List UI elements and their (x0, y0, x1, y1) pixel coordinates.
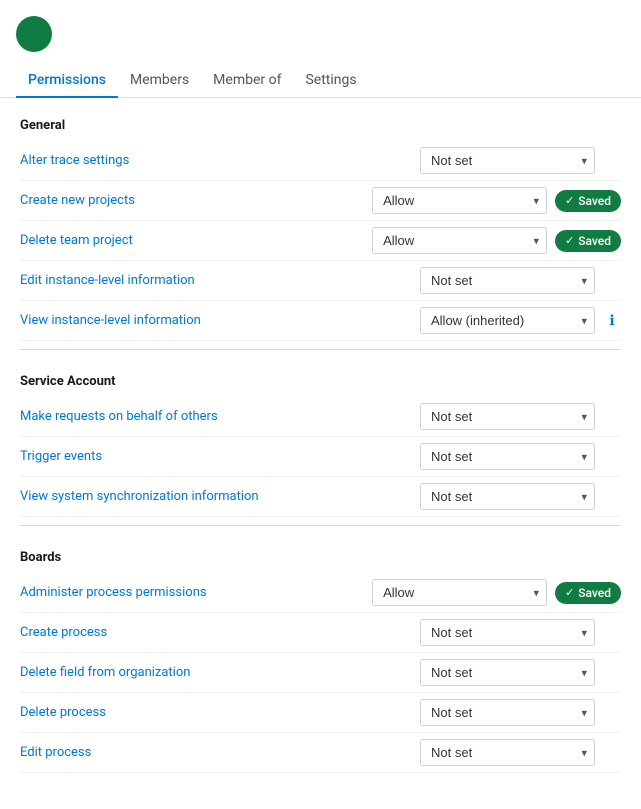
permission-select-create-process[interactable]: Not setAllowDenyAllow (inherited)Deny (i… (420, 619, 595, 646)
section-title-service-account: Service Account (20, 370, 621, 389)
permission-select-alter-trace[interactable]: Not setAllowDenyAllow (inherited)Deny (i… (420, 147, 595, 174)
saved-badge: ✓Saved (555, 582, 621, 604)
permission-select-wrapper-alter-trace: Not setAllowDenyAllow (inherited)Deny (i… (420, 147, 595, 174)
permission-select-edit-process[interactable]: Not setAllowDenyAllow (inherited)Deny (i… (420, 739, 595, 766)
permission-select-administer-process[interactable]: Not setAllowDenyAllow (inherited)Deny (i… (372, 579, 547, 606)
permission-row: Make requests on behalf of others Not set… (20, 397, 621, 437)
permission-select-wrapper-edit-process: Not setAllowDenyAllow (inherited)Deny (i… (420, 739, 595, 766)
permission-select-wrapper-trigger-events: Not setAllowDenyAllow (inherited)Deny (i… (420, 443, 595, 470)
permission-row: Create process Not setAllowDenyAllow (inh… (20, 613, 621, 653)
permission-select-wrapper-administer-process: Not setAllowDenyAllow (inherited)Deny (i… (372, 579, 547, 606)
main-content: General Alter trace settings Not setAllowD… (0, 98, 641, 809)
avatar (16, 16, 52, 52)
info-icon[interactable]: ℹ (603, 313, 621, 329)
permission-label-delete-team-project[interactable]: Delete team project (20, 233, 364, 248)
permission-label-create-process[interactable]: Create process (20, 625, 412, 640)
permission-label-alter-trace[interactable]: Alter trace settings (20, 153, 412, 168)
tab-member-of[interactable]: Member of (201, 64, 293, 98)
section-boards: Boards Administer process permissions Not … (20, 546, 621, 773)
permission-label-administer-process[interactable]: Administer process permissions (20, 585, 364, 600)
check-icon: ✓ (565, 194, 574, 207)
permission-label-edit-process[interactable]: Edit process (20, 745, 412, 760)
permission-label-view-instance[interactable]: View instance-level information (20, 313, 412, 328)
permission-select-wrapper-edit-instance: Not setAllowDenyAllow (inherited)Deny (i… (420, 267, 595, 294)
permission-select-delete-team-project[interactable]: Not setAllowDenyAllow (inherited)Deny (i… (372, 227, 547, 254)
tab-settings[interactable]: Settings (293, 64, 368, 98)
permission-row: Create new projects Not setAllowDenyAllow… (20, 181, 621, 221)
permission-row: View system synchronization information N… (20, 477, 621, 517)
section-divider (20, 349, 621, 350)
permission-select-trigger-events[interactable]: Not setAllowDenyAllow (inherited)Deny (i… (420, 443, 595, 470)
tab-members[interactable]: Members (118, 64, 201, 98)
permission-select-wrapper-delete-team-project: Not setAllowDenyAllow (inherited)Deny (i… (372, 227, 547, 254)
tab-permissions[interactable]: Permissions (16, 64, 118, 98)
section-title-general: General (20, 114, 621, 133)
permission-row: Delete team project Not setAllowDenyAllow… (20, 221, 621, 261)
navigation-tabs: PermissionsMembersMember ofSettings (0, 64, 641, 98)
section-service-account: Service Account Make requests on behalf o… (20, 370, 621, 526)
permission-select-wrapper-create-process: Not setAllowDenyAllow (inherited)Deny (i… (420, 619, 595, 646)
permission-select-view-sync[interactable]: Not setAllowDenyAllow (inherited)Deny (i… (420, 483, 595, 510)
saved-badge: ✓Saved (555, 190, 621, 212)
permission-select-create-projects[interactable]: Not setAllowDenyAllow (inherited)Deny (i… (372, 187, 547, 214)
permission-row: Delete field from organization Not setAll… (20, 653, 621, 693)
saved-badge: ✓Saved (555, 230, 621, 252)
permission-select-wrapper-delete-process: Not setAllowDenyAllow (inherited)Deny (i… (420, 699, 595, 726)
permission-select-make-requests[interactable]: Not setAllowDenyAllow (inherited)Deny (i… (420, 403, 595, 430)
permission-label-create-projects[interactable]: Create new projects (20, 193, 364, 208)
permission-row: Alter trace settings Not setAllowDenyAllo… (20, 141, 621, 181)
permission-label-delete-field[interactable]: Delete field from organization (20, 665, 412, 680)
page-header (0, 0, 641, 64)
permission-select-wrapper-delete-field: Not setAllowDenyAllow (inherited)Deny (i… (420, 659, 595, 686)
permission-label-delete-process[interactable]: Delete process (20, 705, 412, 720)
permission-row: Trigger events Not setAllowDenyAllow (inh… (20, 437, 621, 477)
permission-label-edit-instance[interactable]: Edit instance-level information (20, 273, 412, 288)
permission-select-delete-field[interactable]: Not setAllowDenyAllow (inherited)Deny (i… (420, 659, 595, 686)
permission-select-delete-process[interactable]: Not setAllowDenyAllow (inherited)Deny (i… (420, 699, 595, 726)
check-icon: ✓ (565, 586, 574, 599)
permission-row: Edit instance-level information Not setAl… (20, 261, 621, 301)
check-icon: ✓ (565, 234, 574, 247)
section-divider (20, 525, 621, 526)
permission-select-view-instance[interactable]: Not setAllowDenyAllow (inherited)Deny (i… (420, 307, 595, 334)
permission-select-wrapper-create-projects: Not setAllowDenyAllow (inherited)Deny (i… (372, 187, 547, 214)
permission-select-edit-instance[interactable]: Not setAllowDenyAllow (inherited)Deny (i… (420, 267, 595, 294)
permission-row: View instance-level information Not setAl… (20, 301, 621, 341)
permission-label-trigger-events[interactable]: Trigger events (20, 449, 412, 464)
permission-label-view-sync[interactable]: View system synchronization information (20, 489, 412, 504)
permission-row: Delete process Not setAllowDenyAllow (inh… (20, 693, 621, 733)
section-general: General Alter trace settings Not setAllowD… (20, 114, 621, 350)
permission-select-wrapper-make-requests: Not setAllowDenyAllow (inherited)Deny (i… (420, 403, 595, 430)
permission-select-wrapper-view-sync: Not setAllowDenyAllow (inherited)Deny (i… (420, 483, 595, 510)
permission-label-make-requests[interactable]: Make requests on behalf of others (20, 409, 412, 424)
section-title-boards: Boards (20, 546, 621, 565)
permission-row: Administer process permissions Not setAll… (20, 573, 621, 613)
permission-select-wrapper-view-instance: Not setAllowDenyAllow (inherited)Deny (i… (420, 307, 595, 334)
permission-row: Edit process Not setAllowDenyAllow (inher… (20, 733, 621, 773)
